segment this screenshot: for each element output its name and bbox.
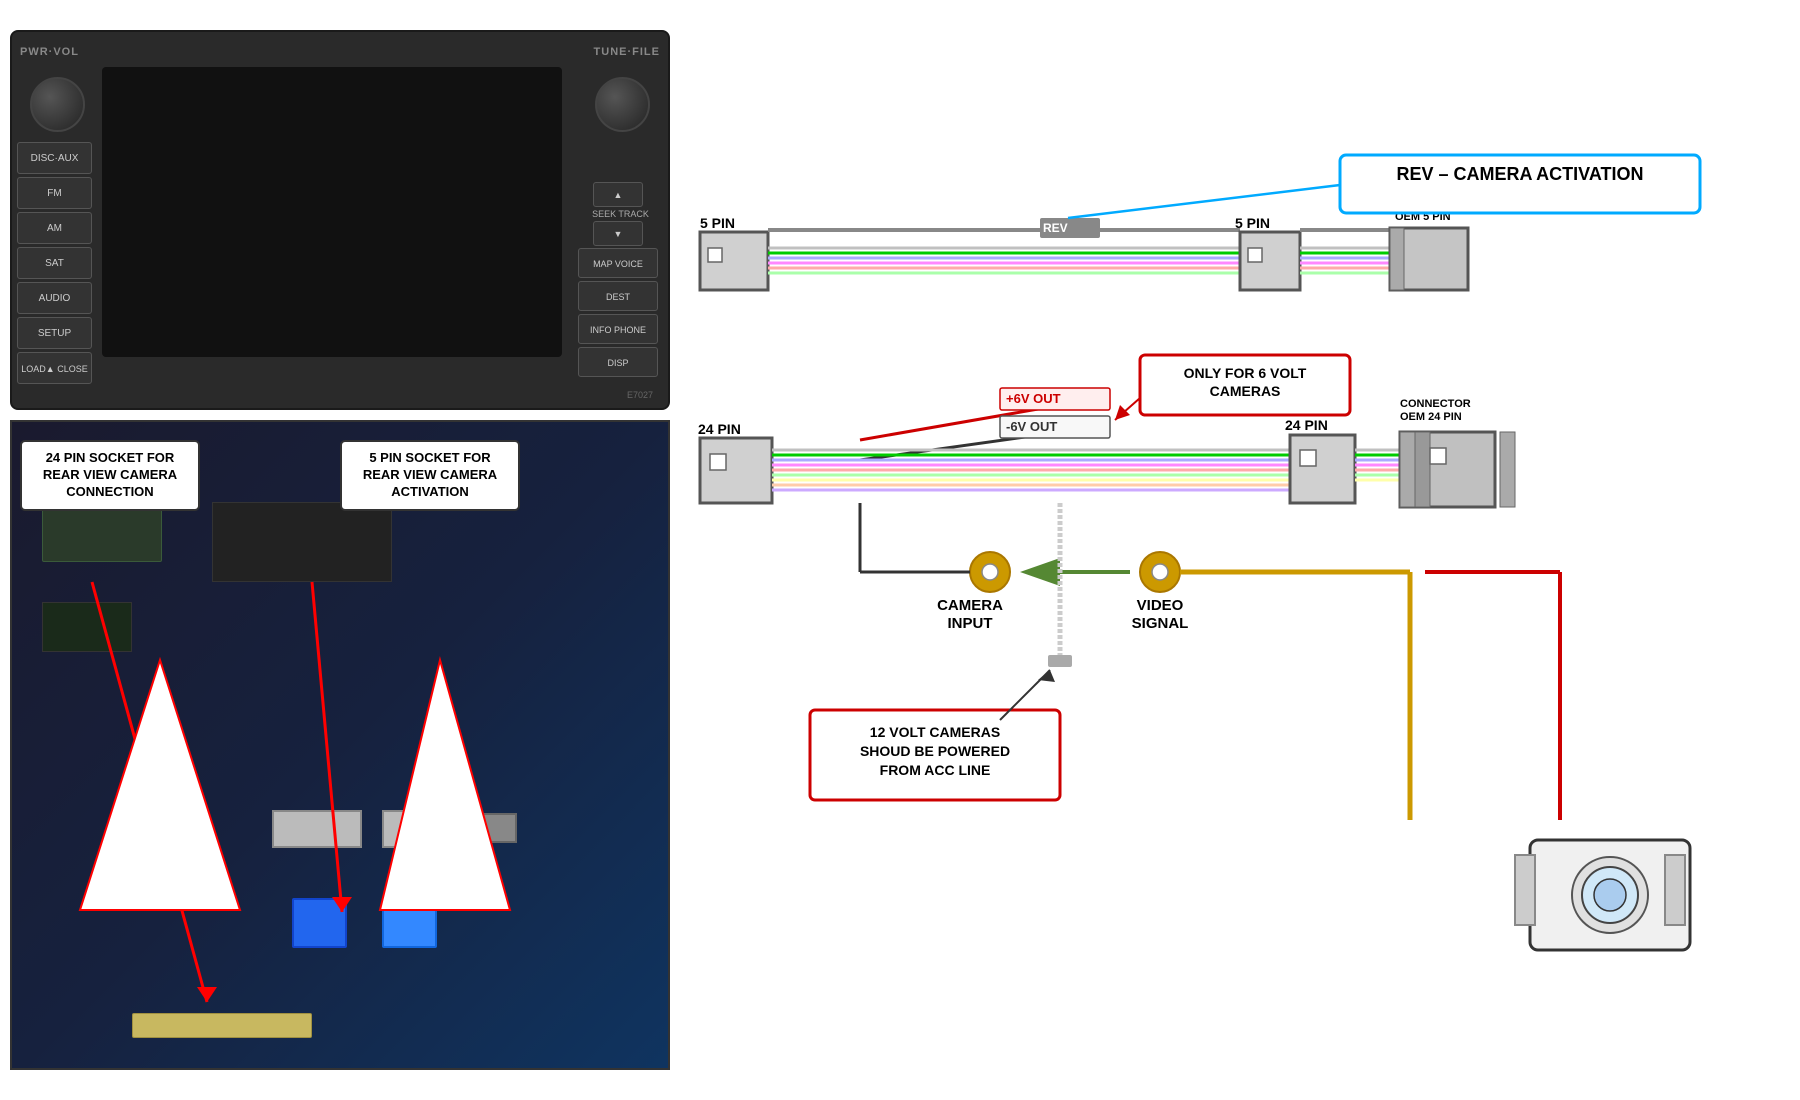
svg-text:24 PIN: 24 PIN <box>698 421 741 437</box>
board-arrows <box>12 422 668 1068</box>
svg-text:12 VOLT CAMERAS: 12 VOLT CAMERAS <box>870 724 1000 740</box>
circuit-board <box>10 420 670 1070</box>
seek-up-button[interactable]: ▲ <box>593 182 643 207</box>
svg-text:REV: REV <box>1043 221 1068 235</box>
svg-text:ONLY FOR 6 VOLT: ONLY FOR 6 VOLT <box>1184 365 1307 381</box>
am-button[interactable]: AM <box>17 212 92 244</box>
svg-text:VIDEO: VIDEO <box>1137 597 1184 614</box>
seek-track-label: SEEK TRACK <box>578 209 663 219</box>
svg-text:FROM ACC LINE: FROM ACC LINE <box>880 762 991 778</box>
disc-aux-button[interactable]: DISC·AUX <box>17 142 92 174</box>
5pin-left-label: 5 PIN <box>700 215 735 231</box>
tune-file-knob[interactable] <box>595 77 650 132</box>
svg-text:INPUT: INPUT <box>948 615 993 632</box>
5pin-callout-text: 5 PIN SOCKET FOR REAR VIEW CAMERA ACTIVA… <box>363 450 497 499</box>
right-button-group: ▲ SEEK TRACK ▼ MAP VOICE DEST INFO PHONE… <box>578 182 663 380</box>
stereo-screen <box>102 67 562 357</box>
svg-text:OEM 24 PIN: OEM 24 PIN <box>1400 411 1462 423</box>
pwr-vol-knob[interactable] <box>30 77 85 132</box>
sat-button[interactable]: SAT <box>17 247 92 279</box>
svg-text:+6V OUT: +6V OUT <box>1006 391 1061 406</box>
24pin-callout-box: 24 PIN SOCKET FOR REAR VIEW CAMERA CONNE… <box>20 440 200 511</box>
5pin-left-connector <box>700 232 768 290</box>
5pin-callout-box: 5 PIN SOCKET FOR REAR VIEW CAMERA ACTIVA… <box>340 440 520 511</box>
svg-text:SHOUD BE POWERED: SHOUD BE POWERED <box>860 743 1010 759</box>
right-panel: 5 PIN REV 5 PIN OEM 5 PIN CONNECTOR <box>660 0 1800 1100</box>
svg-text:5 PIN: 5 PIN <box>1235 215 1270 231</box>
left-panel: PWR·VOL TUNE·FILE DISC·AUX FM AM SAT AUD… <box>0 0 680 1100</box>
wiring-diagram-svg: 5 PIN REV 5 PIN OEM 5 PIN CONNECTOR <box>660 0 1800 1100</box>
svg-text:CONNECTOR: CONNECTOR <box>1395 198 1466 210</box>
info-phone-button[interactable]: INFO PHONE <box>578 314 658 344</box>
map-voice-button[interactable]: MAP VOICE <box>578 248 658 278</box>
svg-text:-6V OUT: -6V OUT <box>1006 419 1057 434</box>
svg-text:REV – CAMERA ACTIVATION: REV – CAMERA ACTIVATION <box>1396 164 1643 184</box>
svg-text:CAMERAS: CAMERAS <box>1210 383 1281 399</box>
dest-button[interactable]: DEST <box>578 281 658 311</box>
24pin-callout-text: 24 PIN SOCKET FOR REAR VIEW CAMERA CONNE… <box>43 450 177 499</box>
svg-text:24 PIN: 24 PIN <box>1285 417 1328 433</box>
svg-text:CAMERA: CAMERA <box>937 597 1003 614</box>
tune-file-label: TUNE·FILE <box>594 46 660 58</box>
svg-text:OEM 5 PIN: OEM 5 PIN <box>1395 211 1451 223</box>
fm-button[interactable]: FM <box>17 177 92 209</box>
svg-text:CONNECTOR: CONNECTOR <box>1400 398 1471 410</box>
setup-button[interactable]: SETUP <box>17 317 92 349</box>
pwr-vol-label: PWR·VOL <box>20 46 79 58</box>
load-close-button[interactable]: LOAD▲ CLOSE <box>17 352 92 384</box>
audio-button[interactable]: AUDIO <box>17 282 92 314</box>
stereo-unit: PWR·VOL TUNE·FILE DISC·AUX FM AM SAT AUD… <box>10 30 670 410</box>
svg-text:SIGNAL: SIGNAL <box>1132 615 1189 632</box>
left-button-group: DISC·AUX FM AM SAT AUDIO SETUP LOAD▲ CLO… <box>17 142 99 387</box>
model-number: E7027 <box>627 390 653 400</box>
disp-button[interactable]: DISP <box>578 347 658 377</box>
seek-down-button[interactable]: ▼ <box>593 221 643 246</box>
